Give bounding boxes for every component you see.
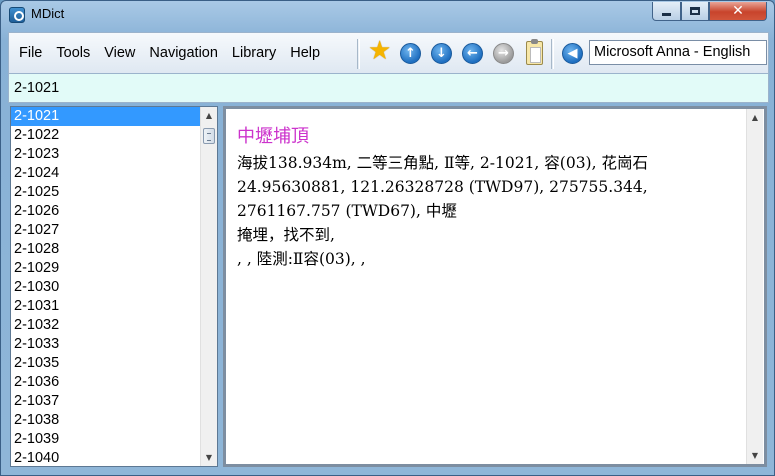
word-list-item[interactable]: 2-1030 (11, 278, 200, 297)
maximize-icon (690, 7, 700, 15)
menu-navigation[interactable]: Navigation (142, 33, 225, 73)
toolbar: File Tools View Navigation Library Help … (8, 32, 769, 74)
search-input[interactable] (9, 74, 768, 102)
clipboard-icon[interactable] (526, 39, 543, 65)
maximize-button[interactable] (681, 2, 709, 21)
entry-content-pane: 中壢埔頂 海拔138.934m, 二等三角點, Ⅱ等, 2-1021, 容(03… (223, 106, 767, 467)
scroll-up-arrow-icon[interactable]: ▲ (201, 107, 217, 124)
app-window: MDict ✕ File Tools View Navigation Libra… (0, 0, 775, 476)
word-list-scrollbar[interactable]: ▲ ▼ (200, 107, 217, 466)
entry-line: 海拔138.934m, 二等三角點, Ⅱ等, 2-1021, 容(03), 花崗… (237, 154, 648, 172)
menu-library[interactable]: Library (225, 33, 283, 73)
speaker-icon[interactable]: ◀ (562, 43, 583, 64)
toolbar-separator (551, 39, 554, 69)
word-list-item[interactable]: 2-1024 (11, 164, 200, 183)
scroll-down-arrow-icon[interactable]: ▼ (201, 449, 217, 466)
word-list-item[interactable]: 2-1035 (11, 354, 200, 373)
word-list-item[interactable]: 2-1037 (11, 392, 200, 411)
arrow-left-icon[interactable]: ← (462, 43, 483, 64)
star-icon[interactable]: ★ (368, 38, 391, 64)
word-list-item[interactable]: 2-1039 (11, 430, 200, 449)
toolbar-separator (357, 39, 360, 69)
menu-help[interactable]: Help (283, 33, 327, 73)
close-button[interactable]: ✕ (709, 2, 767, 21)
scroll-thumb[interactable] (203, 128, 215, 144)
entry-title: 中壢埔頂 (237, 126, 309, 147)
word-list-item[interactable]: 2-1028 (11, 240, 200, 259)
entry-scrollbar[interactable]: ▲ ▼ (746, 109, 763, 464)
word-list[interactable]: 2-1021 2-1022 2-1023 2-1024 2-1025 2-1026 2-10… (11, 107, 200, 466)
word-list-item[interactable]: 2-1025 (11, 183, 200, 202)
minimize-icon (662, 12, 671, 16)
menu-bar: File Tools View Navigation Library Help (9, 33, 327, 73)
menu-file[interactable]: File (12, 33, 49, 73)
word-list-item[interactable]: 2-1032 (11, 316, 200, 335)
word-list-item[interactable]: 2-1022 (11, 126, 200, 145)
window-title: MDict (31, 6, 65, 21)
word-list-pane: 2-1021 2-1022 2-1023 2-1024 2-1025 2-1026 2-10… (10, 106, 218, 467)
entry-line: 掩埋，找不到, (237, 226, 335, 244)
word-list-item[interactable]: 2-1027 (11, 221, 200, 240)
word-list-item[interactable]: 2-1021 (11, 107, 200, 126)
minimize-button[interactable] (652, 2, 681, 21)
search-bar (8, 74, 769, 103)
word-list-item[interactable]: 2-1026 (11, 202, 200, 221)
word-list-item[interactable]: 2-1029 (11, 259, 200, 278)
word-list-item[interactable]: 2-1036 (11, 373, 200, 392)
scroll-up-arrow-icon[interactable]: ▲ (747, 109, 763, 126)
entry-line: 24.95630881, 121.26328728 (TWD97), 27575… (237, 178, 648, 220)
voice-select[interactable]: Microsoft Anna - English (589, 40, 767, 65)
word-list-item[interactable]: 2-1033 (11, 335, 200, 354)
mdict-app-icon[interactable] (9, 7, 25, 23)
menu-tools[interactable]: Tools (49, 33, 97, 73)
arrow-up-icon[interactable]: ↑ (400, 43, 421, 64)
entry-line: , , 陸測:Ⅱ容(03), , (237, 250, 366, 268)
close-icon: ✕ (732, 3, 744, 19)
scroll-down-arrow-icon[interactable]: ▼ (747, 447, 763, 464)
word-list-item[interactable]: 2-1031 (11, 297, 200, 316)
word-list-item[interactable]: 2-1023 (11, 145, 200, 164)
entry-body: 中壢埔頂 海拔138.934m, 二等三角點, Ⅱ等, 2-1021, 容(03… (237, 123, 737, 271)
title-bar[interactable]: MDict ✕ (1, 1, 774, 29)
menu-view[interactable]: View (97, 33, 142, 73)
arrow-right-icon[interactable]: → (493, 43, 514, 64)
arrow-down-icon[interactable]: ↓ (431, 43, 452, 64)
word-list-item[interactable]: 2-1040 (11, 449, 200, 466)
word-list-item[interactable]: 2-1038 (11, 411, 200, 430)
